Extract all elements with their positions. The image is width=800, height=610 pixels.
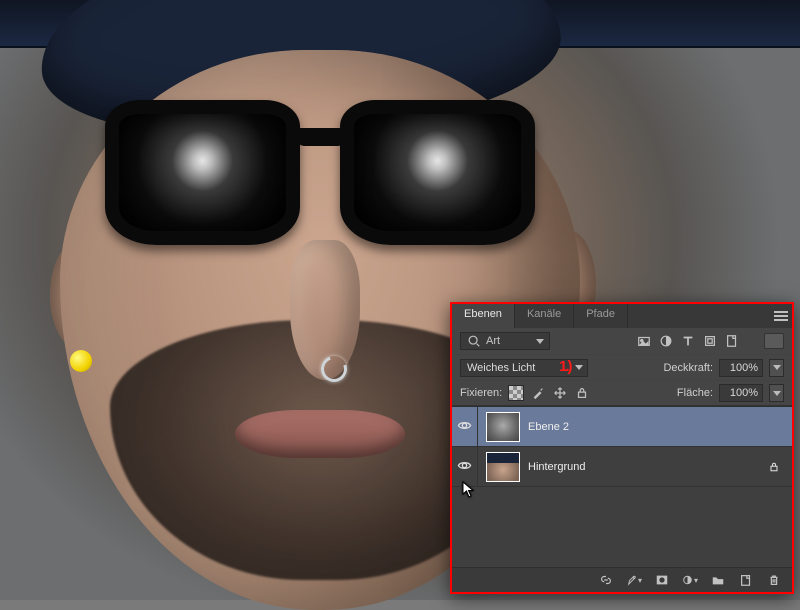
- filter-row: Art: [452, 328, 792, 354]
- lips: [235, 410, 405, 458]
- filter-smart-icon[interactable]: [724, 333, 740, 349]
- new-group-button[interactable]: [710, 572, 726, 588]
- new-adjustment-button[interactable]: ▾: [682, 572, 698, 588]
- annotation-marker: 1.): [559, 359, 571, 374]
- left-lens: [105, 100, 300, 245]
- lock-pixels-button[interactable]: [530, 385, 546, 401]
- filter-toggle-switch[interactable]: [764, 333, 784, 349]
- lock-row: Fixieren: Fläche: 100%: [452, 380, 792, 406]
- opacity-label: Deckkraft:: [663, 362, 713, 374]
- filter-label: Art: [486, 335, 500, 347]
- lock-label: Fixieren:: [460, 387, 502, 399]
- delete-layer-button[interactable]: [766, 572, 782, 588]
- new-layer-button[interactable]: [738, 572, 754, 588]
- panel-footer: ▾ ▾: [452, 568, 792, 592]
- menu-icon: [774, 311, 788, 321]
- sunglasses: [105, 100, 535, 260]
- tab-paths[interactable]: Pfade: [574, 304, 628, 328]
- opacity-field[interactable]: 100%: [719, 359, 763, 377]
- eye-icon: [457, 418, 472, 436]
- eye-icon: [457, 458, 472, 476]
- visibility-toggle[interactable]: [452, 447, 478, 486]
- link-layers-button[interactable]: [598, 572, 614, 588]
- background-lock-indicator: [764, 461, 784, 473]
- filter-type-icon[interactable]: [680, 333, 696, 349]
- layer-name[interactable]: Ebene 2: [528, 421, 784, 433]
- lock-all-button[interactable]: [574, 385, 590, 401]
- opacity-slider-toggle[interactable]: [769, 359, 784, 377]
- layer-style-button[interactable]: ▾: [626, 572, 642, 588]
- layer-row[interactable]: Hintergrund: [452, 447, 792, 487]
- tab-channels[interactable]: Kanäle: [515, 304, 574, 328]
- panel-menu-button[interactable]: [770, 304, 792, 328]
- layer-row[interactable]: Ebene 2: [452, 407, 792, 447]
- filter-pixel-icon[interactable]: [636, 333, 652, 349]
- layers-panel: Ebenen Kanäle Pfade Art Weiches Licht 1.…: [450, 302, 794, 594]
- visibility-toggle[interactable]: [452, 407, 478, 446]
- chevron-down-icon: [773, 365, 781, 370]
- glasses-bridge: [295, 128, 347, 146]
- layer-thumbnail[interactable]: [486, 412, 520, 442]
- right-lens: [340, 100, 535, 245]
- blend-mode-select[interactable]: Weiches Licht 1.): [460, 359, 588, 377]
- chevron-down-icon: [536, 339, 544, 344]
- fill-slider-toggle[interactable]: [769, 384, 784, 402]
- fill-label: Fläche:: [677, 387, 713, 399]
- blend-mode-value: Weiches Licht: [467, 362, 535, 374]
- left-earring: [70, 350, 92, 372]
- layer-thumbnail[interactable]: [486, 452, 520, 482]
- fill-field[interactable]: 100%: [719, 384, 763, 402]
- chevron-down-icon: [773, 391, 781, 396]
- search-icon: [466, 333, 482, 349]
- lock-transparency-button[interactable]: [508, 385, 524, 401]
- layer-name[interactable]: Hintergrund: [528, 461, 764, 473]
- layer-list: Ebene 2 Hintergrund: [452, 406, 792, 568]
- filter-adjustment-icon[interactable]: [658, 333, 674, 349]
- tab-layers[interactable]: Ebenen: [452, 304, 515, 328]
- lock-position-button[interactable]: [552, 385, 568, 401]
- layer-filter-type[interactable]: Art: [460, 332, 550, 350]
- panel-tabs: Ebenen Kanäle Pfade: [452, 304, 792, 328]
- blend-row: Weiches Licht 1.) Deckkraft: 100%: [452, 354, 792, 380]
- chevron-down-icon: [575, 365, 583, 370]
- filter-shape-icon[interactable]: [702, 333, 718, 349]
- add-mask-button[interactable]: [654, 572, 670, 588]
